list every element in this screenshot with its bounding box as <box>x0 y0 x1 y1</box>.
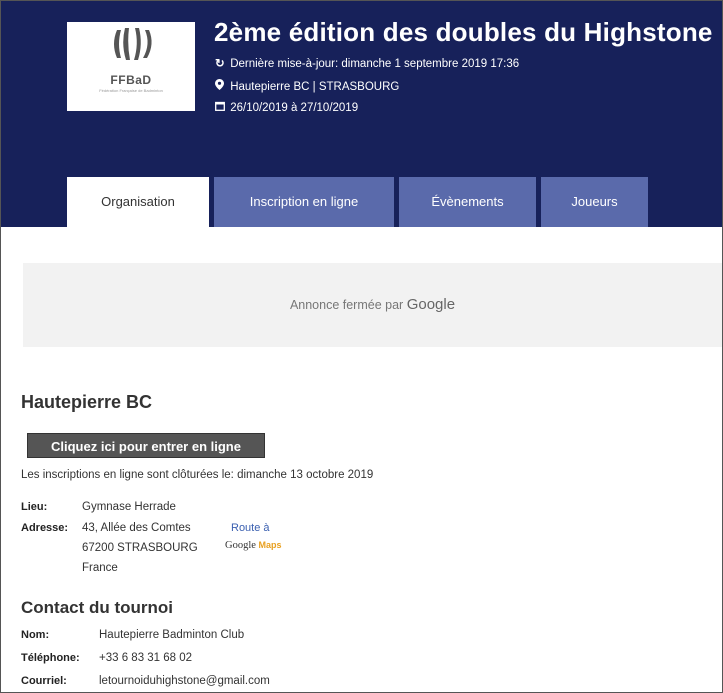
adresse-label: Adresse: <box>21 522 69 534</box>
last-update: ↻ Dernière mise-à-jour: dimanche 1 septe… <box>215 56 519 70</box>
tab-bar: Organisation Inscription en ligne Évènem… <box>1 177 722 227</box>
telephone-label: Téléphone: <box>21 652 80 664</box>
tab-inscription-en-ligne[interactable]: Inscription en ligne <box>214 177 394 227</box>
google-maps-maps: Maps <box>258 540 282 550</box>
logo-subtitle: Fédération Française de Badminton <box>99 88 163 93</box>
lieu-label: Lieu: <box>21 501 48 513</box>
tab-evenements[interactable]: Évènements <box>399 177 536 227</box>
page-title: 2ème édition des doubles du Highstone <box>214 17 713 47</box>
tournament-header: FFBaD Fédération Française de Badminton … <box>1 1 722 227</box>
address-line-1: 43, Allée des Comtes <box>82 522 191 534</box>
nom-value: Hautepierre Badminton Club <box>99 629 245 641</box>
lieu-value: Gymnase Herrade <box>82 501 176 513</box>
google-brand: Google <box>406 296 456 313</box>
email-value[interactable]: letournoiduhighstone@gmail.com <box>99 675 270 687</box>
page-frame: FFBaD Fédération Française de Badminton … <box>0 0 723 693</box>
map-pin-icon <box>215 79 227 93</box>
location[interactable]: Hautepierre BC | STRASBOURG <box>215 79 399 93</box>
tab-organisation[interactable]: Organisation <box>67 177 209 227</box>
location-text: Hautepierre BC | STRASBOURG <box>230 81 400 93</box>
telephone-value[interactable]: +33 6 83 31 68 02 <box>99 652 192 664</box>
closed-ad-banner: Annonce fermée par Google <box>23 263 722 347</box>
enter-online-button[interactable]: Cliquez ici pour entrer en ligne <box>27 433 265 458</box>
ad-closed-text: Annonce fermée par Google <box>23 296 722 313</box>
shuttlecock-icon <box>114 28 152 60</box>
registration-closed-notice: Les inscriptions en ligne sont clôturées… <box>21 469 374 481</box>
contact-heading: Contact du tournoi <box>21 598 174 617</box>
calendar-icon <box>215 101 227 114</box>
nom-label: Nom: <box>21 629 50 641</box>
address-line-3: France <box>82 562 118 574</box>
dates-text: 26/10/2019 à 27/10/2019 <box>230 102 359 114</box>
refresh-icon: ↻ <box>215 58 225 70</box>
ad-closed-label: Annonce fermée par <box>289 298 404 312</box>
email-label: Courriel: <box>21 675 67 687</box>
address-line-2: 67200 STRASBOURG <box>82 542 198 554</box>
tab-joueurs[interactable]: Joueurs <box>541 177 648 227</box>
route-link[interactable]: Route à <box>231 522 270 534</box>
tournament-dates: 26/10/2019 à 27/10/2019 <box>215 101 358 114</box>
last-update-text: Dernière mise-à-jour: dimanche 1 septemb… <box>230 58 520 70</box>
ffbad-logo[interactable]: FFBaD Fédération Française de Badminton <box>67 22 195 111</box>
logo-text: FFBaD <box>110 73 152 87</box>
club-name: Hautepierre BC <box>21 392 153 412</box>
google-maps-google: Google <box>225 540 256 551</box>
google-maps-link[interactable]: Google Maps <box>225 540 282 551</box>
